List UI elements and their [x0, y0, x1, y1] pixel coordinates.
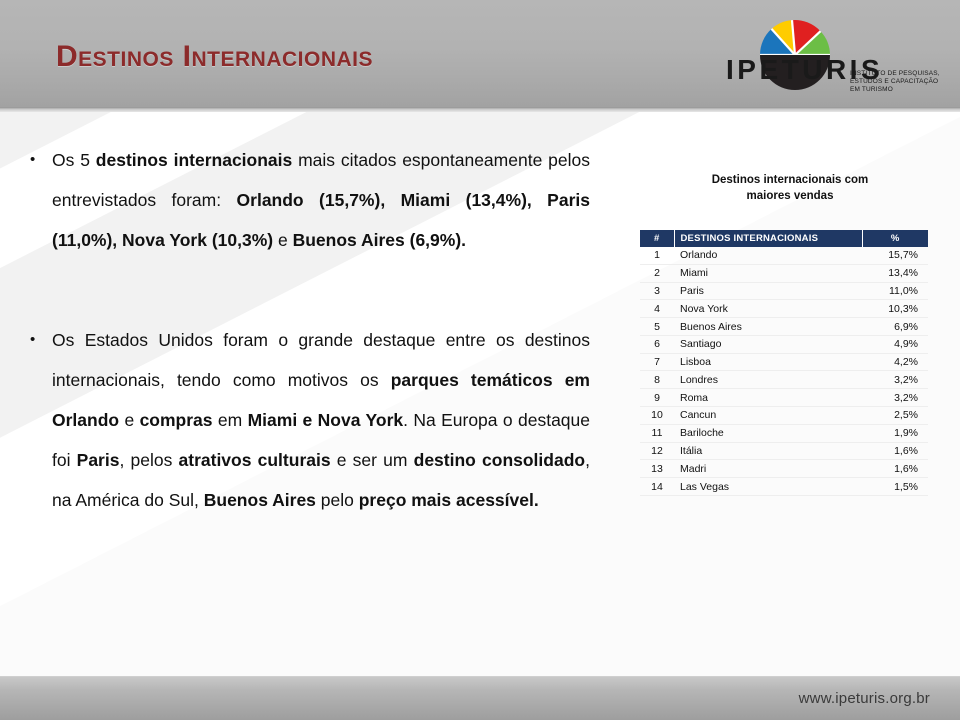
table-row: 9 Roma 3,2%	[640, 388, 928, 408]
b2-seg4: compras	[139, 410, 213, 430]
b2-seg9: , pelos	[119, 450, 179, 470]
slide-header: Destinos Internacionais IPETURIS INSTITU…	[0, 0, 960, 107]
cell-destination: Orlando	[674, 247, 862, 265]
bullet-item-1-text: Os 5 destinos internacionais mais citado…	[52, 140, 590, 260]
bullet-marker-icon: •	[30, 331, 36, 348]
cell-percent: 1,6%	[862, 442, 928, 461]
footer-website-url: www.ipeturis.org.br	[798, 690, 930, 707]
table-caption: Destinos internacionais com maiores vend…	[648, 172, 932, 204]
bullet-marker-icon: •	[30, 151, 36, 168]
b2-seg16: preço mais acessível.	[358, 490, 539, 510]
column-header-destination: DESTINOS INTERNACIONAIS	[674, 230, 863, 247]
slide-footer: www.ipeturis.org.br	[0, 676, 960, 720]
table-row: 4 Nova York 10,3%	[640, 299, 928, 319]
header-divider	[0, 107, 960, 112]
cell-rank: 1	[640, 247, 674, 265]
cell-rank: 7	[640, 353, 674, 372]
bullet-item-2: • Os Estados Unidos foram o grande desta…	[30, 320, 590, 520]
table-row: 3 Paris 11,0%	[640, 282, 928, 301]
b2-seg12: destino consolidado	[413, 450, 586, 470]
page-title: Destinos Internacionais	[56, 40, 374, 73]
cell-percent: 1,9%	[862, 424, 928, 443]
table-row: 10 Cancun 2,5%	[640, 406, 928, 425]
ipeturis-logo: IPETURIS INSTITUTO DE PESQUISAS, ESTUDOS…	[726, 14, 941, 99]
cell-destination: Bariloche	[674, 424, 862, 443]
b2-seg10: atrativos culturais	[178, 450, 331, 470]
cell-rank: 14	[640, 477, 674, 496]
cell-percent: 1,6%	[862, 459, 928, 479]
cell-percent: 4,9%	[862, 335, 928, 354]
b1-seg5: e	[273, 230, 293, 250]
cell-rank: 6	[640, 335, 674, 354]
column-header-rank: #	[640, 230, 675, 247]
cell-rank: 10	[640, 406, 674, 425]
table-caption-line-1: Destinos internacionais com	[711, 174, 869, 186]
cell-rank: 2	[640, 264, 674, 283]
cell-rank: 13	[640, 459, 674, 479]
cell-destination: Madri	[674, 459, 862, 479]
sales-panel: Destinos internacionais com maiores vend…	[640, 172, 940, 496]
b2-seg3: e	[119, 410, 140, 430]
b2-seg5: em	[212, 410, 248, 430]
column-header-percent: %	[862, 230, 928, 247]
cell-destination: Lisboa	[674, 353, 862, 372]
cell-percent: 3,2%	[862, 388, 928, 408]
table-row: 12 Itália 1,6%	[640, 442, 928, 461]
table-body: 1 Orlando 15,7% 2 Miami 13,4% 3 Paris 11,0% 4 Nova…	[640, 247, 928, 496]
cell-destination: Nova York	[674, 299, 862, 319]
b2-seg14: Buenos Aires	[203, 490, 316, 510]
cell-destination: Buenos Aires	[674, 317, 862, 336]
cell-percent: 10,3%	[862, 299, 928, 319]
table-row: 5 Buenos Aires 6,9%	[640, 317, 928, 336]
cell-rank: 3	[640, 282, 674, 301]
cell-percent: 4,2%	[862, 353, 928, 372]
cell-destination: Miami	[674, 264, 862, 283]
b2-seg6: Miami e Nova York	[247, 410, 404, 430]
b2-seg11: e ser um	[330, 450, 414, 470]
cell-rank: 4	[640, 299, 674, 319]
table-row: 1 Orlando 15,7%	[640, 247, 928, 265]
b1-seg6: Buenos Aires (6,9%).	[292, 230, 467, 250]
bullet-item-2-text: Os Estados Unidos foram o grande destaqu…	[52, 320, 590, 520]
cell-destination: Itália	[674, 442, 862, 461]
b1-seg1: Os 5	[52, 150, 96, 170]
cell-destination: Las Vegas	[674, 477, 862, 496]
table-row: 13 Madri 1,6%	[640, 459, 928, 479]
cell-rank: 11	[640, 424, 674, 443]
cell-destination: Roma	[674, 388, 862, 408]
cell-percent: 6,9%	[862, 317, 928, 336]
table-header-row: # DESTINOS INTERNACIONAIS %	[640, 230, 928, 247]
table-row: 2 Miami 13,4%	[640, 264, 928, 283]
cell-percent: 1,5%	[862, 477, 928, 496]
cell-percent: 15,7%	[862, 247, 928, 265]
destinations-table: # DESTINOS INTERNACIONAIS % 1 Orlando 15,7…	[640, 230, 928, 496]
cell-rank: 8	[640, 370, 674, 390]
bullet-item-1: • Os 5 destinos internacionais mais cita…	[30, 140, 590, 260]
cell-destination: Cancun	[674, 406, 862, 425]
cell-percent: 3,2%	[862, 370, 928, 390]
logo-tagline: INSTITUTO DE PESQUISAS, ESTUDOS E CAPACI…	[850, 70, 940, 94]
table-row: 14 Las Vegas 1,5%	[640, 477, 928, 496]
cell-percent: 13,4%	[862, 264, 928, 283]
cell-percent: 11,0%	[862, 282, 928, 301]
bullet-list: • Os 5 destinos internacionais mais cita…	[30, 140, 590, 520]
cell-rank: 9	[640, 388, 674, 408]
cell-rank: 5	[640, 317, 674, 336]
table-row: 7 Lisboa 4,2%	[640, 353, 928, 372]
table-caption-line-2: maiores vendas	[746, 190, 834, 202]
table-head: # DESTINOS INTERNACIONAIS %	[640, 230, 928, 247]
cell-percent: 2,5%	[862, 406, 928, 425]
cell-destination: Londres	[674, 370, 862, 390]
cell-destination: Santiago	[674, 335, 862, 354]
table-row: 11 Bariloche 1,9%	[640, 424, 928, 443]
cell-destination: Paris	[674, 282, 862, 301]
b2-seg8: Paris	[76, 450, 120, 470]
b2-seg15: pelo	[315, 490, 359, 510]
cell-rank: 12	[640, 442, 674, 461]
b1-seg2: destinos internacionais	[95, 150, 293, 170]
table-row: 6 Santiago 4,9%	[640, 335, 928, 354]
table-row: 8 Londres 3,2%	[640, 370, 928, 390]
